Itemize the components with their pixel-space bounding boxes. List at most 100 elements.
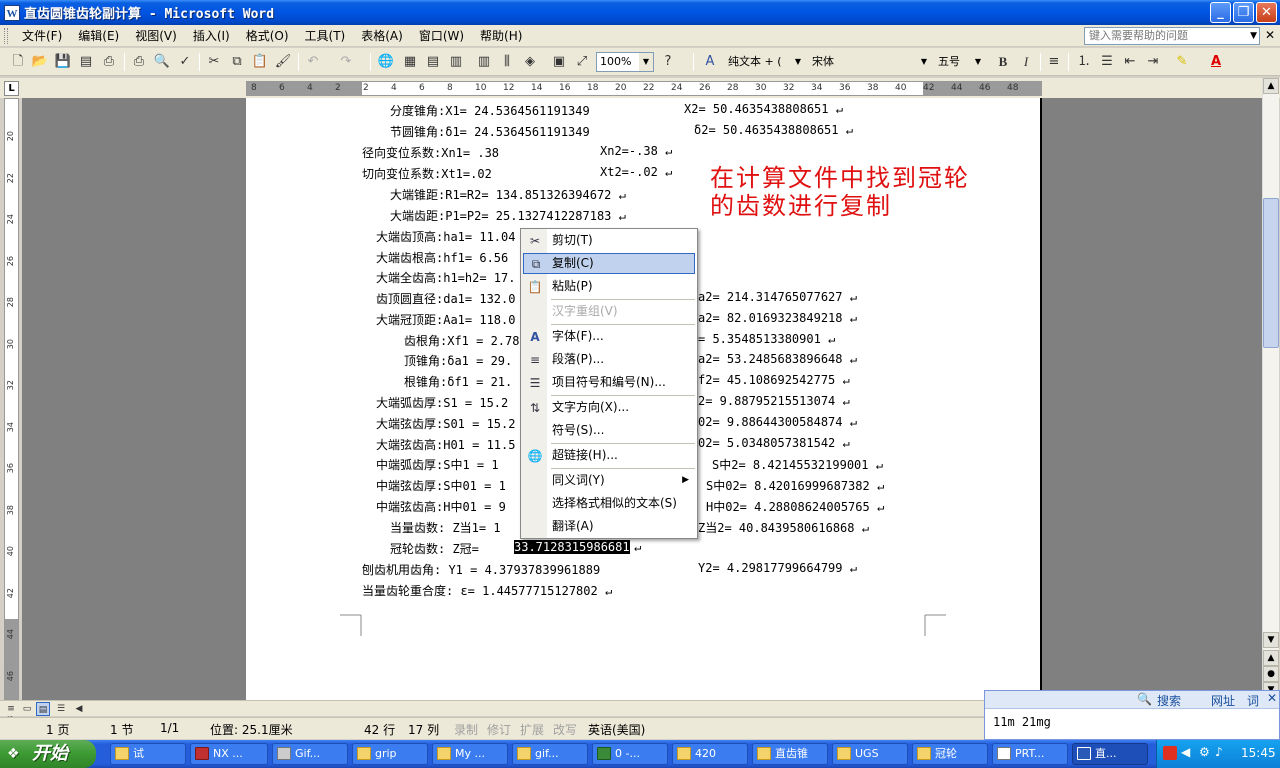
menu-help[interactable]: 帮助(H) bbox=[472, 25, 530, 47]
taskbar-item[interactable]: Gif... bbox=[272, 743, 348, 765]
network-icon[interactable]: ⚙ bbox=[1199, 745, 1210, 759]
menu-window[interactable]: 窗口(W) bbox=[411, 25, 472, 47]
volume-icon[interactable]: ♪ bbox=[1215, 745, 1223, 759]
maximize-button[interactable]: ❐ bbox=[1233, 2, 1254, 23]
menu-file[interactable]: 文件(F) bbox=[14, 25, 70, 47]
highlight-icon[interactable]: ✎ bbox=[1172, 52, 1192, 72]
status-extend[interactable]: 扩展 bbox=[520, 721, 544, 738]
chevron-down-icon[interactable]: ▼ bbox=[1250, 28, 1257, 44]
italic-button[interactable]: I bbox=[1016, 52, 1036, 72]
numbering-icon[interactable]: ⒈ bbox=[1074, 52, 1094, 72]
excel-icon[interactable]: ▥ bbox=[446, 52, 466, 72]
web-view-icon[interactable]: ▭ bbox=[20, 702, 34, 716]
research-icon[interactable]: ✓ bbox=[175, 52, 195, 72]
menu-table[interactable]: 表格(A) bbox=[353, 25, 411, 47]
vertical-scrollbar[interactable]: ▲ ▼ ▲ ● ▼ bbox=[1262, 78, 1279, 700]
style-combo[interactable]: 纯文本 + ( ▼ bbox=[724, 52, 806, 72]
menu-item-bullets-numbering[interactable]: ☰ 项目符号和编号(N)... bbox=[523, 372, 695, 393]
new-icon[interactable]: 🗋 bbox=[8, 52, 28, 72]
menu-item-cut[interactable]: ✂ 剪切(T) bbox=[523, 230, 695, 251]
taskbar-item[interactable]: grip bbox=[352, 743, 428, 765]
ime-search[interactable]: 搜索 bbox=[1157, 692, 1181, 709]
help-question-input[interactable]: 键入需要帮助的问题 ▼ bbox=[1084, 27, 1260, 45]
select-browse-object-button[interactable]: ● bbox=[1263, 666, 1279, 682]
reading-icon[interactable]: ⤢ bbox=[572, 52, 592, 72]
menu-insert[interactable]: 插入(I) bbox=[185, 25, 238, 47]
taskbar-item-active[interactable]: 直... bbox=[1072, 743, 1148, 765]
taskbar-item[interactable]: 直齿锥 bbox=[752, 743, 828, 765]
document-map-icon[interactable]: ◈ bbox=[520, 52, 540, 72]
minimize-button[interactable]: _ bbox=[1210, 2, 1231, 23]
redo-icon[interactable]: ↷ bbox=[336, 52, 356, 72]
taskbar-item[interactable]: 420 bbox=[672, 743, 748, 765]
status-track-changes[interactable]: 修订 bbox=[487, 721, 511, 738]
menu-view[interactable]: 视图(V) bbox=[127, 25, 185, 47]
open-icon[interactable]: 📂 bbox=[30, 52, 50, 72]
normal-view-icon[interactable]: ≡ bbox=[4, 702, 18, 716]
clock[interactable]: 15:45 bbox=[1241, 746, 1276, 760]
status-record[interactable]: 录制 bbox=[454, 721, 478, 738]
chevron-left-icon[interactable]: ◀ bbox=[1181, 745, 1190, 759]
menu-tools[interactable]: 工具(T) bbox=[297, 25, 354, 47]
undo-icon[interactable]: ↶ bbox=[303, 52, 323, 72]
bullets-icon[interactable]: ☰ bbox=[1097, 52, 1117, 72]
menu-item-font[interactable]: A 字体(F)... bbox=[523, 326, 695, 347]
table-icon[interactable]: ▤ bbox=[423, 52, 443, 72]
help-icon[interactable]: ? bbox=[658, 52, 678, 72]
menu-item-translate[interactable]: 翻译(A) bbox=[523, 516, 695, 537]
start-button[interactable]: ❖ 开始 bbox=[0, 740, 96, 768]
scroll-down-button[interactable]: ▼ bbox=[1263, 632, 1279, 648]
menu-item-symbol[interactable]: 符号(S)... bbox=[523, 420, 695, 441]
search-icon[interactable]: 🔍 bbox=[1137, 692, 1152, 706]
decrease-indent-icon[interactable]: ⇤ bbox=[1120, 52, 1140, 72]
print-preview-icon[interactable]: ⎙ bbox=[129, 52, 149, 72]
chevron-down-icon[interactable]: ▼ bbox=[917, 53, 931, 71]
zoom-combo[interactable]: 100% ▼ bbox=[596, 52, 654, 72]
scroll-up-button[interactable]: ▲ bbox=[1263, 78, 1279, 94]
chevron-down-icon[interactable]: ▼ bbox=[639, 53, 653, 71]
tables-borders-icon[interactable]: ▦ bbox=[400, 52, 420, 72]
hyperlink-icon[interactable]: 🌐 bbox=[376, 52, 396, 72]
print-icon[interactable]: ⎙ bbox=[99, 52, 119, 72]
sogou-ime-icon[interactable] bbox=[1163, 746, 1177, 760]
taskbar-item[interactable]: 0 -... bbox=[592, 743, 668, 765]
taskbar-item[interactable]: My ... bbox=[432, 743, 508, 765]
taskbar-item[interactable]: NX ... bbox=[190, 743, 268, 765]
status-overtype[interactable]: 改写 bbox=[553, 721, 577, 738]
print-layout-icon[interactable]: ▤ bbox=[36, 702, 50, 716]
menubar-grip[interactable] bbox=[4, 27, 8, 44]
chevron-down-icon[interactable]: ▼ bbox=[791, 53, 805, 71]
columns-icon[interactable]: ▥ bbox=[474, 52, 494, 72]
paste-icon[interactable]: 📋 bbox=[250, 52, 270, 72]
format-painter-icon[interactable]: 🖌 bbox=[273, 52, 293, 72]
font-color-button[interactable]: A bbox=[1206, 52, 1226, 72]
selected-text[interactable]: 33.7128315986681 bbox=[514, 540, 630, 554]
menu-item-paste[interactable]: 📋 粘贴(P) bbox=[523, 276, 695, 297]
menu-edit[interactable]: 编辑(E) bbox=[70, 25, 127, 47]
taskbar-item[interactable]: 试 bbox=[110, 743, 186, 765]
taskbar-item[interactable]: UGS bbox=[832, 743, 908, 765]
increase-indent-icon[interactable]: ⇥ bbox=[1143, 52, 1163, 72]
close-icon[interactable]: ✕ bbox=[1267, 691, 1277, 705]
ime-urls[interactable]: 网址 bbox=[1211, 692, 1235, 709]
align-justify-icon[interactable]: ≡ bbox=[1044, 52, 1064, 72]
scroll-left-icon[interactable]: ◀ bbox=[72, 702, 86, 716]
drawing-icon[interactable]: ⫼ bbox=[497, 52, 517, 72]
word-app-icon[interactable]: W bbox=[4, 4, 20, 21]
cut-icon[interactable]: ✂ bbox=[204, 52, 224, 72]
copy-icon[interactable]: ⧉ bbox=[227, 52, 247, 72]
menu-item-copy[interactable]: ⧉ 复制(C) bbox=[523, 253, 695, 274]
bold-button[interactable]: B bbox=[993, 52, 1013, 72]
taskbar-item[interactable]: PRT... bbox=[992, 743, 1068, 765]
menu-item-select-similar[interactable]: 选择格式相似的文本(S) bbox=[523, 493, 695, 514]
outline-view-icon[interactable]: ☰ bbox=[54, 702, 68, 716]
vertical-ruler[interactable]: 202224262830323436384042444648 bbox=[4, 98, 19, 722]
font-combo[interactable]: 宋体 ▼ bbox=[808, 52, 932, 72]
menu-item-hyperlink[interactable]: 🌐 超链接(H)... bbox=[523, 445, 695, 466]
ime-words[interactable]: 词 bbox=[1247, 692, 1259, 709]
menu-item-paragraph[interactable]: ≡ 段落(P)... bbox=[523, 349, 695, 370]
menu-item-text-direction[interactable]: ⇅ 文字方向(X)... bbox=[523, 397, 695, 418]
show-hide-icon[interactable]: ▣ bbox=[549, 52, 569, 72]
save-icon[interactable]: 💾 bbox=[53, 52, 73, 72]
spelling-icon[interactable]: 🔍 bbox=[152, 52, 172, 72]
